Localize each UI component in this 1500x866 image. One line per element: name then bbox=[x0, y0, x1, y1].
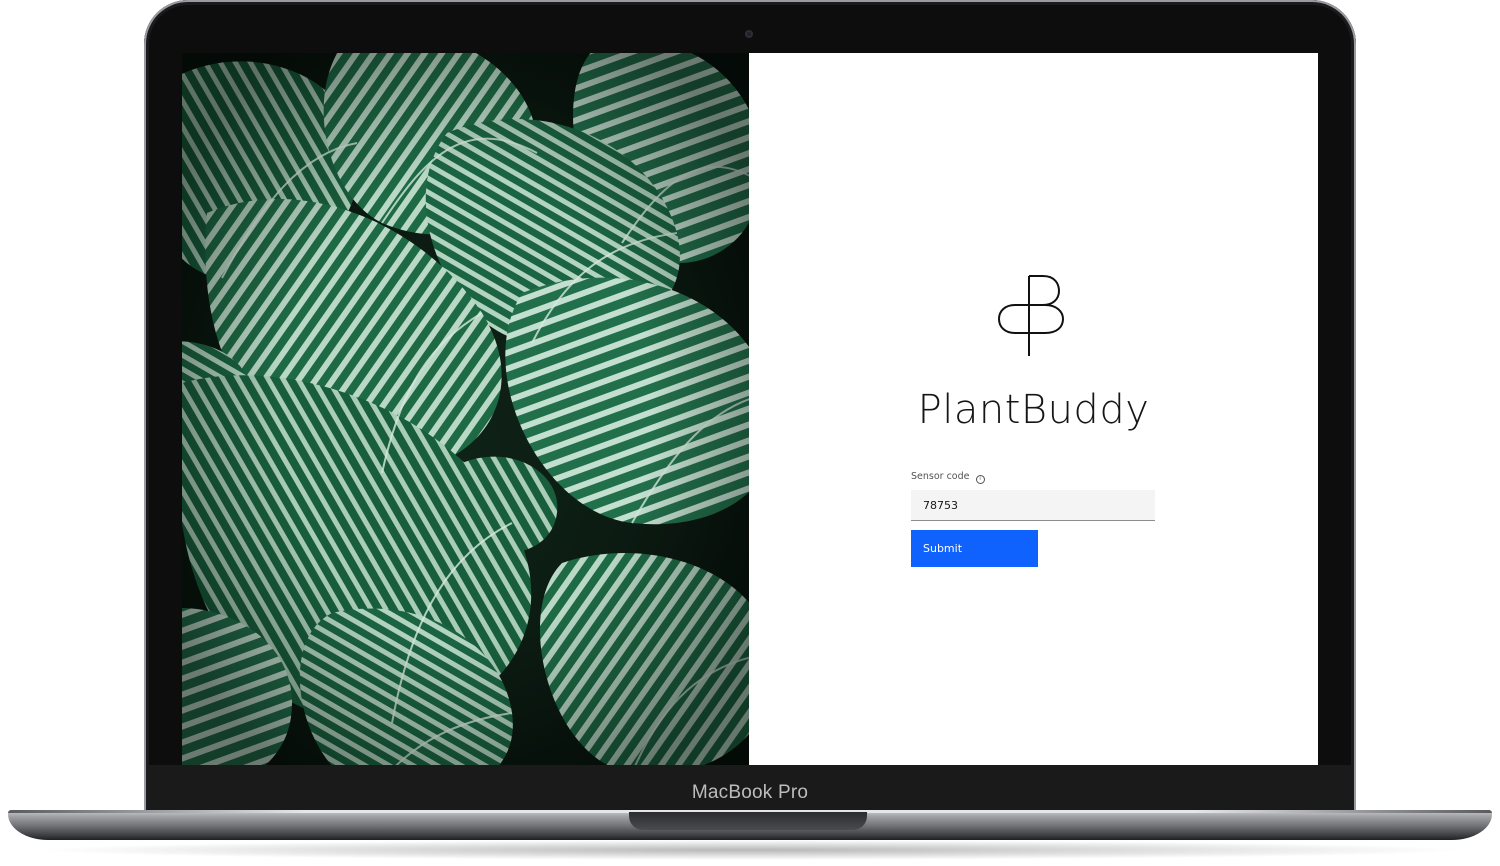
laptop-mockup: PlantBuddy Sensor code i Submit MacBook … bbox=[0, 0, 1500, 866]
plant-leaves-photo bbox=[182, 53, 749, 765]
webcam bbox=[745, 30, 753, 38]
sensor-code-input[interactable] bbox=[911, 490, 1155, 521]
plantbuddy-logo-icon bbox=[995, 272, 1071, 363]
sensor-code-label: Sensor code i bbox=[911, 471, 985, 484]
floor-shadow bbox=[30, 840, 1470, 860]
app-title: PlantBuddy bbox=[917, 387, 1150, 433]
sensor-code-label-text: Sensor code bbox=[911, 471, 970, 482]
device-brand-label: MacBook Pro bbox=[691, 782, 809, 803]
laptop-screen: PlantBuddy Sensor code i Submit bbox=[182, 53, 1318, 765]
login-panel: PlantBuddy Sensor code i Submit bbox=[749, 53, 1318, 765]
submit-button[interactable]: Submit bbox=[911, 530, 1038, 567]
leaves-illustration bbox=[182, 53, 749, 765]
info-icon[interactable]: i bbox=[975, 475, 985, 484]
laptop-notch bbox=[629, 812, 867, 830]
